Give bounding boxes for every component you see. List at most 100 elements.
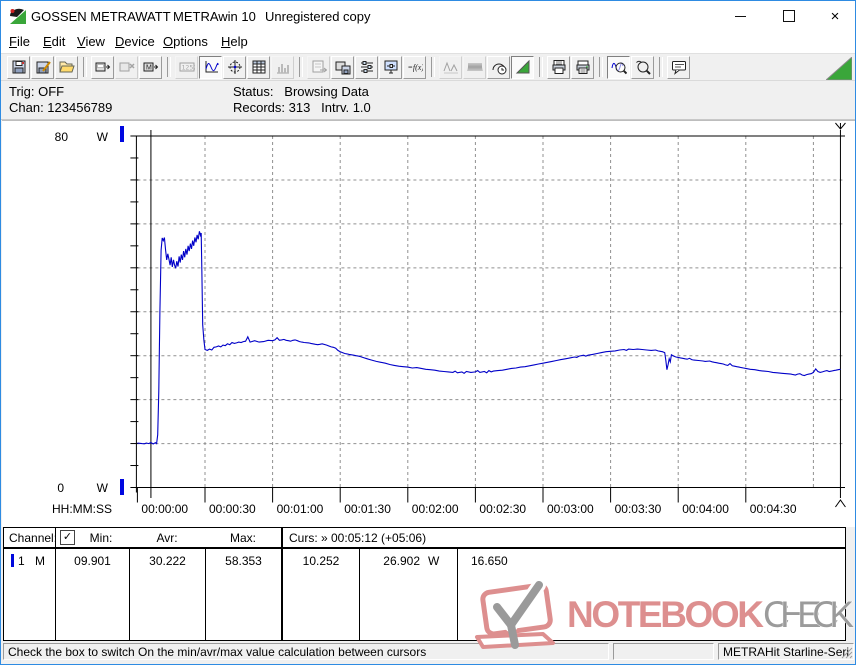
formula-button[interactable]: =f(x)	[403, 55, 426, 79]
annotation-button[interactable]	[667, 55, 690, 79]
notebookcheck-laptop-icon	[475, 581, 555, 649]
zoom-free-button[interactable]	[631, 55, 654, 79]
toolbar-separator	[167, 57, 171, 77]
metrawin-window: GOSSEN METRAWATT METRAwin 10 Unregistere…	[0, 0, 856, 665]
info-panel: Trig: OFF Chan: 123456789 Status: Browsi…	[1, 81, 855, 120]
minmax-curve-icon	[443, 61, 458, 74]
menu-options[interactable]: Options	[163, 34, 208, 49]
maximize-button[interactable]	[774, 1, 804, 31]
menu-file[interactable]: File	[9, 34, 30, 49]
print-button[interactable]	[571, 55, 594, 79]
print-report-icon	[552, 60, 565, 74]
device-read-icon	[95, 62, 110, 72]
y-unit-top: W	[97, 130, 109, 144]
menu-view[interactable]: View	[77, 34, 105, 49]
row-diff-value: 16.650	[471, 554, 508, 568]
save-button[interactable]	[7, 55, 30, 79]
device-read-button[interactable]	[91, 55, 114, 79]
row-avr-value: 30.222	[149, 554, 186, 568]
monitor-settings-icon	[384, 60, 397, 74]
histogram-view-icon	[276, 64, 289, 74]
open-button[interactable]	[55, 55, 78, 79]
toolbar-separator	[659, 57, 663, 77]
open-icon	[58, 61, 75, 73]
numeric-display-button: 1257	[175, 55, 198, 79]
header-avr: Avr:	[156, 531, 178, 545]
title-registration-status: Unregistered copy	[265, 9, 371, 24]
x-tick-label: 00:03:30	[615, 502, 662, 516]
cursor-2-bottom-marker[interactable]	[835, 499, 846, 508]
waveform-view-button[interactable]	[199, 55, 222, 79]
x-tick-label: 00:04:30	[750, 502, 797, 516]
numeric-display-icon: 1257	[179, 62, 195, 72]
save-as-icon	[36, 61, 51, 74]
toolbar-separator	[83, 57, 87, 77]
toolbar-separator	[299, 57, 303, 77]
x-tick-label: 00:03:00	[547, 502, 594, 516]
monitor-settings-button[interactable]	[379, 55, 402, 79]
svg-text:1257: 1257	[181, 64, 195, 72]
header-max: Max:	[229, 531, 256, 545]
device-memory-icon: M	[143, 62, 158, 72]
records-interval: Records: 313 Intrv. 1.0	[233, 100, 371, 115]
device-memory-button[interactable]: M	[139, 55, 162, 79]
export-button	[307, 55, 330, 79]
live-view-button[interactable]	[511, 55, 534, 79]
save-as-button[interactable]	[31, 55, 54, 79]
header-channel: Channel:	[9, 531, 58, 545]
print-icon	[576, 60, 589, 74]
channel-marker-top	[120, 126, 124, 142]
row-channel-number: 1	[18, 554, 25, 568]
crosshair-view-button[interactable]	[223, 55, 246, 79]
toolbar-separator	[539, 57, 543, 77]
maximize-icon	[783, 10, 795, 22]
close-button[interactable]: ×	[820, 1, 850, 31]
meter-clock-icon	[492, 63, 506, 75]
print-report-button[interactable]	[547, 55, 570, 79]
notebookcheck-watermark: NOTEBOOK CHECK	[475, 581, 855, 649]
annotation-icon	[671, 61, 686, 75]
channel-color-marker	[11, 554, 14, 567]
browse-status: Status: Browsing Data	[233, 84, 369, 99]
table-header-separator	[4, 547, 845, 549]
header-min: Min:	[89, 531, 113, 545]
device-disconnect-icon	[119, 62, 135, 72]
meter-clock-button[interactable]	[487, 55, 510, 79]
channel-list: Chan: 123456789	[9, 100, 113, 115]
x-tick-label: 00:02:30	[479, 502, 526, 516]
row-max-value: 58.353	[225, 554, 262, 568]
x-tick-label: 00:00:30	[209, 502, 256, 516]
row-min-value: 09.901	[74, 554, 111, 568]
formula-icon: =f(x)	[407, 63, 423, 72]
row-cursor1-value: 10.252	[302, 554, 340, 568]
channel-settings-button[interactable]	[355, 55, 378, 79]
x-tick-label: 00:01:00	[277, 502, 324, 516]
x-tick-label: 00:04:00	[682, 502, 729, 516]
device-disconnect-button	[115, 55, 138, 79]
power-chart: 00:00:00 00:00:30 00:01:00 00:01:30 00:02:00…	[52, 122, 846, 516]
menu-edit[interactable]: Edit	[43, 34, 65, 49]
toolbar-separator	[431, 57, 435, 77]
cursor-2-top-marker[interactable]	[835, 122, 846, 130]
status-message: Check the box to switch On the min/avr/m…	[8, 645, 427, 659]
title-product-name: METRAwin 10	[173, 9, 256, 24]
waveform-view-icon	[205, 61, 218, 73]
device-save-button[interactable]	[331, 55, 354, 79]
menu-help[interactable]: Help	[221, 34, 248, 49]
toolbar-separator	[599, 57, 603, 77]
menu-device[interactable]: Device	[115, 34, 155, 49]
close-icon: ×	[830, 7, 840, 25]
histogram-view-button	[271, 55, 294, 79]
svg-text:=f(x): =f(x)	[407, 63, 423, 72]
table-view-button[interactable]	[247, 55, 270, 79]
channel-settings-icon	[360, 61, 373, 73]
zoom-time-icon	[611, 62, 627, 75]
zoom-time-button[interactable]	[607, 55, 630, 79]
x-tick-label: 00:01:30	[344, 502, 391, 516]
y-min-label: 0	[57, 481, 64, 495]
table-view-icon	[252, 60, 265, 74]
table-column-line	[457, 549, 458, 640]
title-bar[interactable]: GOSSEN METRAWATT METRAwin 10 Unregistere…	[1, 1, 855, 31]
x-axis-format-label: HH:MM:SS	[52, 502, 112, 516]
minimize-button[interactable]	[725, 1, 755, 31]
